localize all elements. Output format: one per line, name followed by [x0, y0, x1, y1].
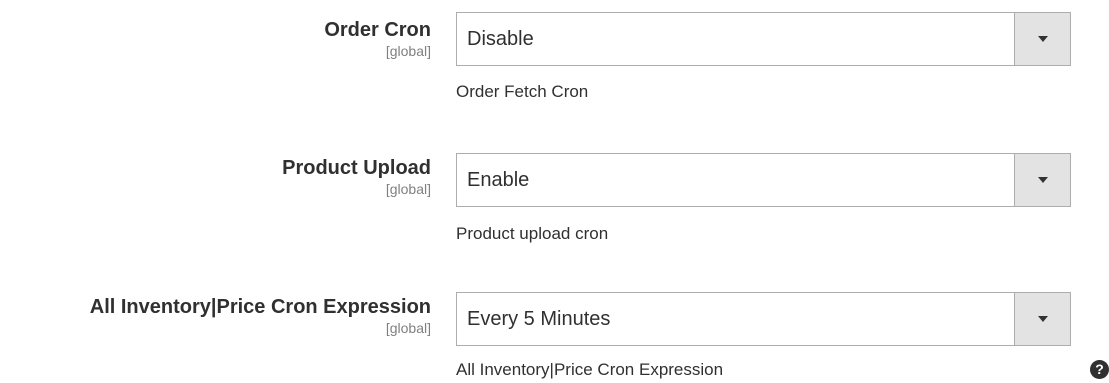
field-note: Order Fetch Cron	[456, 82, 589, 101]
chevron-down-icon	[1037, 316, 1048, 322]
help-icon[interactable]: ?	[1090, 360, 1109, 379]
select-value: Every 5 Minutes	[467, 308, 611, 330]
select-value: Disable	[467, 28, 534, 50]
field-label-group: Order Cron [global]	[324, 18, 431, 60]
field-scope: [global]	[385, 181, 431, 197]
dropdown-button[interactable]	[1014, 293, 1070, 345]
field-note: Product upload cron	[456, 224, 609, 243]
field-label-group: Product Upload [global]	[282, 156, 431, 198]
product-upload-select[interactable]: Enable	[456, 153, 1071, 207]
chevron-down-icon	[1037, 177, 1048, 183]
dropdown-button[interactable]	[1014, 154, 1070, 206]
chevron-down-icon	[1037, 36, 1048, 42]
field-note: All Inventory|Price Cron Expression	[456, 360, 724, 379]
field-label: All Inventory|Price Cron Expression	[89, 296, 431, 318]
field-label: Order Cron	[324, 19, 431, 41]
select-value: Enable	[467, 169, 530, 191]
field-label: Product Upload	[282, 157, 431, 179]
dropdown-button[interactable]	[1014, 13, 1070, 65]
field-scope: [global]	[385, 43, 431, 59]
inventory-price-cron-select[interactable]: Every 5 Minutes	[456, 292, 1071, 346]
order-cron-select[interactable]: Disable	[456, 12, 1071, 66]
field-label-group: All Inventory|Price Cron Expression [glo…	[90, 295, 431, 337]
field-scope: [global]	[385, 320, 431, 336]
